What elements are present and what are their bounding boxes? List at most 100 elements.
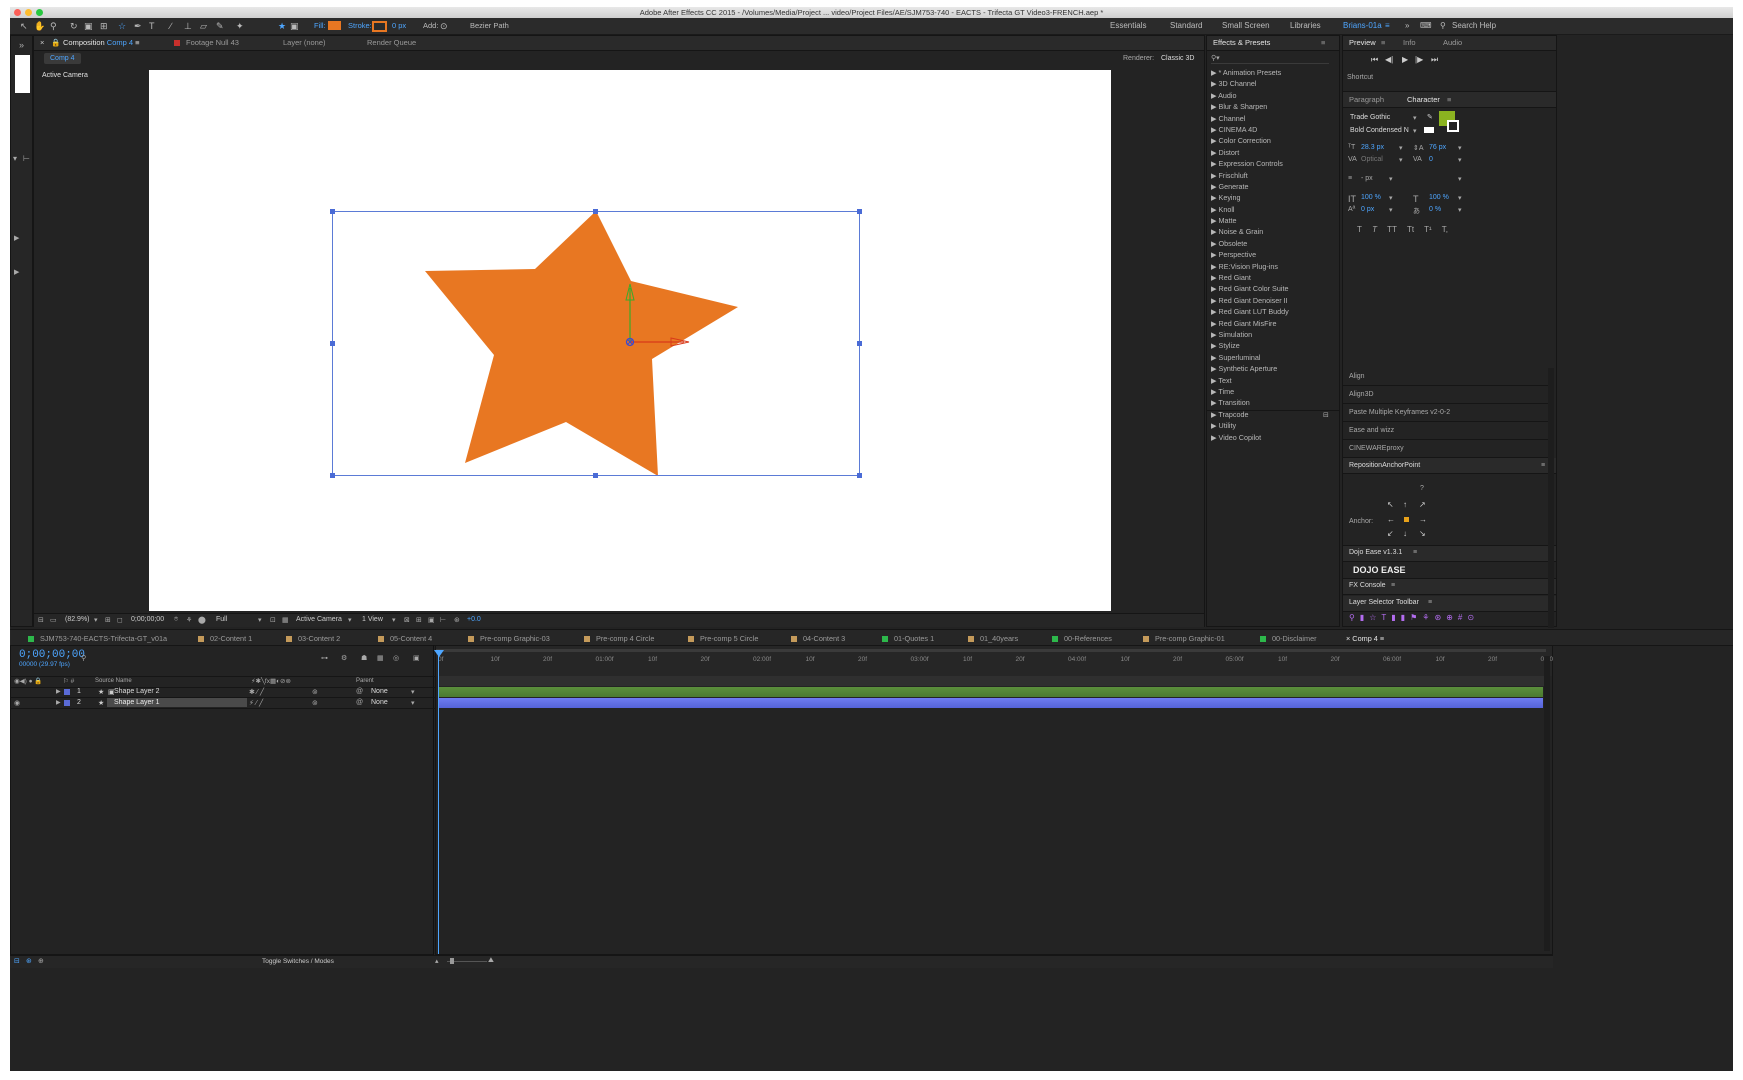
- leading-field[interactable]: 76 px: [1429, 144, 1446, 151]
- toggle-switches-modes-button[interactable]: Toggle Switches / Modes: [262, 958, 334, 965]
- workspace-brians[interactable]: Brians-01a: [1343, 21, 1382, 30]
- anchor-top-icon[interactable]: ↑: [1403, 500, 1407, 509]
- effects-category-item[interactable]: ▶ Red Giant Denoiser II: [1211, 295, 1331, 306]
- effects-category-item[interactable]: ▶ Frischluft: [1211, 170, 1331, 181]
- expand-arrow-icon[interactable]: ▶: [1211, 136, 1219, 145]
- expand-arrow-icon[interactable]: ▶: [14, 268, 19, 276]
- panel-menu-icon[interactable]: ≡: [1541, 462, 1545, 469]
- expand-arrow-icon[interactable]: ▶: [1211, 227, 1219, 236]
- tab-audio[interactable]: Audio: [1443, 38, 1462, 47]
- tab-preview[interactable]: Preview: [1349, 38, 1376, 47]
- expand-arrow-icon[interactable]: ▶: [1211, 102, 1219, 111]
- region-of-interest-icon[interactable]: ⊡: [270, 616, 276, 624]
- script-paste-keyframes[interactable]: Paste Multiple Keyframes v2-0-2: [1343, 404, 1548, 422]
- expand-arrow-icon[interactable]: ▶: [1211, 364, 1219, 373]
- anchor-bottom-icon[interactable]: ↓: [1403, 529, 1407, 538]
- expand-arrow-icon[interactable]: ▶: [56, 699, 61, 706]
- expand-arrow-icon[interactable]: ▶: [1211, 284, 1219, 293]
- shape-mask-icon[interactable]: ▣: [290, 20, 299, 32]
- pick-whip-icon[interactable]: @: [356, 688, 363, 695]
- layer-switches-toggle-icon[interactable]: ⊟: [14, 957, 20, 965]
- add-button-icon[interactable]: ⊙: [440, 20, 448, 32]
- transparency-grid-icon[interactable]: ▦: [282, 616, 289, 624]
- display-icon[interactable]: ▭: [50, 616, 57, 624]
- timeline-search-icon[interactable]: ⚲: [81, 654, 86, 662]
- font-style-dropdown[interactable]: Bold Condensed N: [1350, 127, 1409, 134]
- chevron-down-icon[interactable]: ▾: [94, 616, 98, 624]
- toggle-pixel-icon[interactable]: ⊠: [404, 616, 410, 624]
- 3d-layer-icon[interactable]: ⊚: [312, 699, 318, 707]
- comp-tab[interactable]: 04-Content 3: [791, 634, 845, 643]
- font-size-field[interactable]: 28.3 px: [1361, 144, 1384, 151]
- script-ease-and-wizz[interactable]: Ease and wizz: [1343, 422, 1548, 440]
- chevron-down-icon[interactable]: ▾: [1458, 156, 1462, 164]
- orange-star-shape[interactable]: [425, 211, 738, 476]
- shy-layers-icon[interactable]: ☗: [361, 654, 367, 662]
- superscript-button[interactable]: T¹: [1424, 225, 1432, 234]
- workspace-essentials[interactable]: Essentials: [1110, 21, 1146, 30]
- small-caps-button[interactable]: Tt: [1407, 225, 1414, 234]
- expand-arrow-icon[interactable]: ▶: [1211, 159, 1219, 168]
- effects-category-item[interactable]: ▶ 3D Channel: [1211, 78, 1331, 89]
- parent-dropdown[interactable]: None: [371, 688, 388, 695]
- workspace-overflow-icon[interactable]: »: [1405, 21, 1409, 30]
- expand-arrow-icon[interactable]: ▶: [1211, 307, 1219, 316]
- comp-tab[interactable]: 02-Content 1: [198, 634, 252, 643]
- time-ruler[interactable]: 0f 10f 20f 01:00f 10f 20f 02:00f 10f 20f 03:00f 10…: [436, 646, 1553, 676]
- no-fill-swatch[interactable]: [1424, 127, 1434, 133]
- zoom-window-button[interactable]: [36, 9, 43, 16]
- lock-icon[interactable]: 🔒: [51, 38, 60, 47]
- chevron-down-icon[interactable]: ▾: [1413, 127, 1417, 135]
- layer-duration-bar[interactable]: [439, 698, 1543, 708]
- effects-category-item[interactable]: ▶ CINEMA 4D: [1211, 124, 1331, 135]
- graph-editor-icon[interactable]: ▣: [413, 654, 420, 662]
- chevron-down-icon[interactable]: ▾: [411, 699, 415, 707]
- expand-arrow-icon[interactable]: ▶: [1211, 433, 1219, 442]
- close-window-button[interactable]: [14, 9, 21, 16]
- pen-tool-icon[interactable]: ✒: [134, 20, 142, 32]
- stroke-width-field[interactable]: - px: [1361, 175, 1373, 182]
- flowchart-icon[interactable]: ⊢: [440, 616, 446, 624]
- expand-arrow-icon[interactable]: ▶: [1211, 114, 1219, 123]
- comp-tab[interactable]: 00-References: [1052, 634, 1112, 643]
- expand-arrow-icon[interactable]: ▶: [1211, 330, 1219, 339]
- anchor-center-button[interactable]: [1404, 517, 1409, 522]
- effects-category-item[interactable]: ▶ Noise & Grain: [1211, 226, 1331, 237]
- font-family-dropdown[interactable]: Trade Gothic: [1350, 114, 1390, 121]
- close-tab-icon[interactable]: ×: [40, 38, 44, 47]
- chevron-down-icon[interactable]: ▾: [1458, 206, 1462, 214]
- expand-arrow-icon[interactable]: ▶: [1211, 239, 1219, 248]
- new-folder-icon[interactable]: ⊟: [1323, 411, 1329, 419]
- label-color-swatch[interactable]: [64, 700, 70, 706]
- comp-tab[interactable]: 05-Content 4: [378, 634, 432, 643]
- comp-canvas[interactable]: [149, 70, 1111, 611]
- script-align3d[interactable]: Align3D: [1343, 386, 1548, 404]
- comp-tab[interactable]: 00-Disclaimer: [1260, 634, 1317, 643]
- 3d-layer-icon[interactable]: ⊚: [312, 688, 318, 696]
- tab-paragraph[interactable]: Paragraph: [1349, 95, 1384, 104]
- comp-tab[interactable]: SJM753-740-EACTS-Trifecta-GT_v01a: [28, 634, 167, 643]
- vertical-scale-field[interactable]: 100 %: [1361, 194, 1381, 201]
- previous-frame-icon[interactable]: ◀|: [1385, 55, 1393, 64]
- effects-category-item[interactable]: ▶ Expression Controls: [1211, 158, 1331, 169]
- tracking-field[interactable]: 0: [1429, 156, 1433, 163]
- zoom-in-icon[interactable]: ⛰: [488, 957, 494, 965]
- comp-tab[interactable]: × Comp 4 ≡: [1346, 634, 1384, 643]
- layer-switches[interactable]: ✱ ⁄ ╱: [249, 688, 264, 696]
- panel-menu-icon[interactable]: ≡: [1378, 634, 1384, 643]
- bezier-path-checkbox[interactable]: Bezier Path: [470, 20, 509, 32]
- search-help-field[interactable]: Search Help: [1452, 21, 1496, 30]
- expand-arrow-icon[interactable]: ▶: [56, 688, 61, 695]
- chevron-down-icon[interactable]: ▾: [1458, 144, 1462, 152]
- chevron-down-icon[interactable]: ▾: [1458, 175, 1462, 183]
- effects-category-item[interactable]: ▶ Transition: [1211, 397, 1331, 408]
- layer-switches[interactable]: ⚡ ⁄ ╱: [249, 699, 263, 707]
- zoom-dropdown[interactable]: (82.9%): [65, 616, 90, 623]
- effects-category-item[interactable]: ▶ Keying: [1211, 192, 1331, 203]
- expand-arrow-icon[interactable]: ▶: [1211, 148, 1219, 157]
- draft-3d-icon[interactable]: ⚙: [341, 654, 347, 662]
- layer-name[interactable]: Shape Layer 2: [114, 688, 160, 695]
- effects-category-item[interactable]: ▶ Knoll: [1211, 204, 1331, 215]
- puppet-pin-tool-icon[interactable]: ✦: [236, 20, 244, 32]
- effects-category-item[interactable]: ▶ Red Giant LUT Buddy: [1211, 306, 1331, 317]
